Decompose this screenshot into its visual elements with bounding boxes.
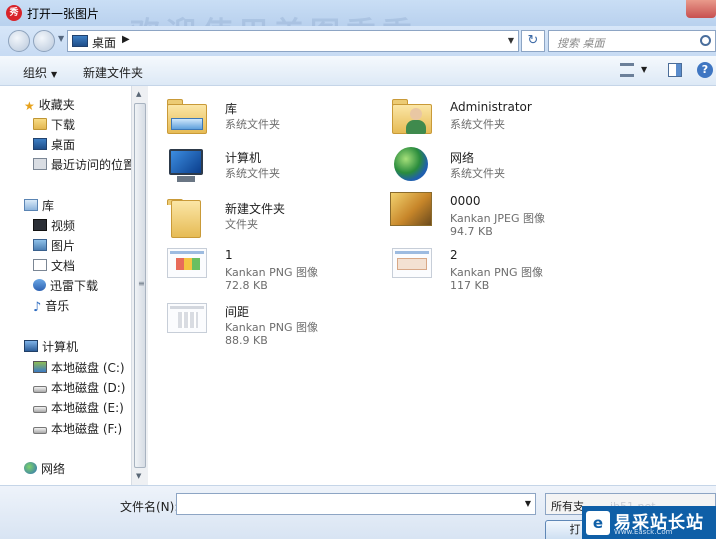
preview-pane-icon[interactable] bbox=[668, 63, 682, 77]
video-icon bbox=[33, 219, 47, 231]
jpeg-thumbnail bbox=[388, 188, 434, 234]
grip-icon: ≡ bbox=[138, 279, 145, 288]
recent-places-icon bbox=[33, 158, 47, 170]
library-icon bbox=[24, 199, 38, 211]
file-item-network[interactable]: 网络 系统文件夹 bbox=[388, 143, 608, 193]
app-icon: 秀 bbox=[6, 5, 22, 21]
forward-button[interactable] bbox=[33, 30, 55, 52]
file-item-library[interactable]: 库 系统文件夹 bbox=[163, 94, 383, 144]
png-thumbnail bbox=[388, 242, 434, 288]
nav-item-drive-c[interactable]: 本地磁盘 (C:) bbox=[33, 359, 125, 377]
nav-scrollbar[interactable]: ▲ ≡ ▼ bbox=[131, 86, 148, 485]
toolbar: 组织 ▼ 新建文件夹 ▼ ? bbox=[0, 56, 716, 86]
navigation-pane: ★ 收藏夹 下载 桌面 最近访问的位置 库 视频 图片 文档 迅雷下载 ♪ 音乐 计… bbox=[0, 86, 147, 485]
organize-label: 组织 bbox=[23, 66, 48, 80]
file-item-1[interactable]: 1 Kankan PNG 图像 72.8 KB bbox=[163, 242, 383, 292]
nav-item-thunder[interactable]: 迅雷下载 bbox=[33, 277, 98, 295]
file-type-value: 所有支 bbox=[551, 500, 584, 513]
computer-icon bbox=[24, 340, 38, 352]
nav-computer[interactable]: 计算机 bbox=[24, 338, 78, 356]
file-item-2[interactable]: 2 Kankan PNG 图像 117 KB bbox=[388, 242, 608, 292]
scroll-up-icon[interactable]: ▲ bbox=[136, 90, 141, 98]
thunder-download-icon bbox=[33, 279, 46, 291]
nav-item-drive-e[interactable]: 本地磁盘 (E:) bbox=[33, 399, 124, 417]
title-bar: 秀 打开一张图片 欢迎使用美图秀秀 bbox=[0, 0, 716, 51]
download-folder-icon bbox=[33, 118, 47, 130]
library-icon bbox=[163, 94, 209, 140]
chevron-down-icon: ▼ bbox=[51, 70, 58, 79]
search-placeholder: 搜索 桌面 bbox=[557, 37, 605, 50]
folder-icon bbox=[163, 194, 209, 240]
file-item-administrator[interactable]: Administrator 系统文件夹 bbox=[388, 94, 608, 144]
desktop-icon bbox=[72, 35, 88, 47]
system-drive-icon bbox=[33, 361, 47, 373]
back-button[interactable] bbox=[8, 30, 30, 52]
nav-favorites[interactable]: ★ 收藏夹 bbox=[24, 96, 75, 114]
file-item-computer[interactable]: 计算机 系统文件夹 bbox=[163, 143, 383, 193]
new-folder-button[interactable]: 新建文件夹 bbox=[83, 64, 143, 81]
star-icon: ★ bbox=[24, 99, 35, 113]
watermark-badge: e bbox=[586, 511, 610, 535]
nav-item-desktop[interactable]: 桌面 bbox=[33, 136, 75, 154]
desktop-icon bbox=[33, 138, 47, 150]
watermark-logo: e 易采站长站 Www.Easck.Com bbox=[582, 506, 716, 539]
close-button[interactable] bbox=[686, 0, 716, 18]
address-row: ▼ 桌面 ▶ ▼ ↻ 搜索 桌面 bbox=[0, 26, 716, 56]
nav-item-drive-f[interactable]: 本地磁盘 (F:) bbox=[33, 420, 122, 438]
address-dropdown-icon[interactable]: ▼ bbox=[508, 36, 514, 45]
history-dropdown-icon[interactable]: ▼ bbox=[58, 34, 64, 43]
nav-libraries[interactable]: 库 bbox=[24, 197, 54, 215]
nav-item-drive-d[interactable]: 本地磁盘 (D:) bbox=[33, 379, 125, 397]
chevron-right-icon[interactable]: ▶ bbox=[122, 34, 130, 45]
nav-network[interactable]: 网络 bbox=[24, 460, 65, 478]
nav-item-pictures[interactable]: 图片 bbox=[33, 237, 75, 255]
scrollbar-thumb[interactable]: ≡ bbox=[134, 103, 146, 468]
help-icon[interactable]: ? bbox=[697, 62, 713, 78]
address-location[interactable]: 桌面 bbox=[92, 34, 116, 51]
refresh-button[interactable]: ↻ bbox=[521, 30, 545, 52]
drive-icon bbox=[33, 406, 47, 413]
view-options-icon[interactable] bbox=[620, 63, 634, 77]
file-item-new-folder[interactable]: 新建文件夹 文件夹 bbox=[163, 194, 383, 244]
address-bar[interactable]: 桌面 ▶ ▼ bbox=[67, 30, 519, 52]
search-icon[interactable] bbox=[700, 35, 711, 46]
drive-icon bbox=[33, 386, 47, 393]
nav-item-recent[interactable]: 最近访问的位置 bbox=[33, 156, 135, 174]
file-item-spacing[interactable]: 间距 Kankan PNG 图像 88.9 KB bbox=[163, 297, 383, 347]
document-icon bbox=[33, 259, 47, 271]
network-icon bbox=[24, 462, 37, 474]
drive-icon bbox=[33, 427, 47, 434]
file-list: 库 系统文件夹 Administrator 系统文件夹 计算机 系统文件夹 网络… bbox=[148, 86, 716, 485]
nav-item-music[interactable]: ♪ 音乐 bbox=[33, 297, 69, 315]
computer-icon bbox=[163, 143, 209, 189]
network-icon bbox=[388, 143, 434, 189]
view-dropdown-icon[interactable]: ▼ bbox=[641, 65, 647, 74]
png-thumbnail bbox=[163, 242, 209, 288]
nav-item-downloads[interactable]: 下载 bbox=[33, 116, 75, 134]
music-icon: ♪ bbox=[33, 300, 42, 315]
filename-input[interactable]: ▼ bbox=[176, 493, 536, 515]
nav-item-videos[interactable]: 视频 bbox=[33, 217, 75, 235]
watermark-url: Www.Easck.Com bbox=[614, 528, 673, 536]
png-thumbnail bbox=[163, 297, 209, 343]
filename-label: 文件名(N): bbox=[120, 500, 179, 514]
search-input[interactable]: 搜索 桌面 bbox=[548, 30, 716, 52]
pictures-icon bbox=[33, 239, 47, 251]
scroll-down-icon[interactable]: ▼ bbox=[136, 472, 141, 480]
nav-item-documents[interactable]: 文档 bbox=[33, 257, 75, 275]
user-folder-icon bbox=[388, 94, 434, 140]
organize-button[interactable]: 组织 ▼ bbox=[23, 64, 57, 81]
window-title: 打开一张图片 bbox=[27, 7, 100, 21]
chevron-down-icon[interactable]: ▼ bbox=[525, 499, 531, 508]
file-item-0000[interactable]: 0000 Kankan JPEG 图像 94.7 KB bbox=[388, 188, 608, 238]
